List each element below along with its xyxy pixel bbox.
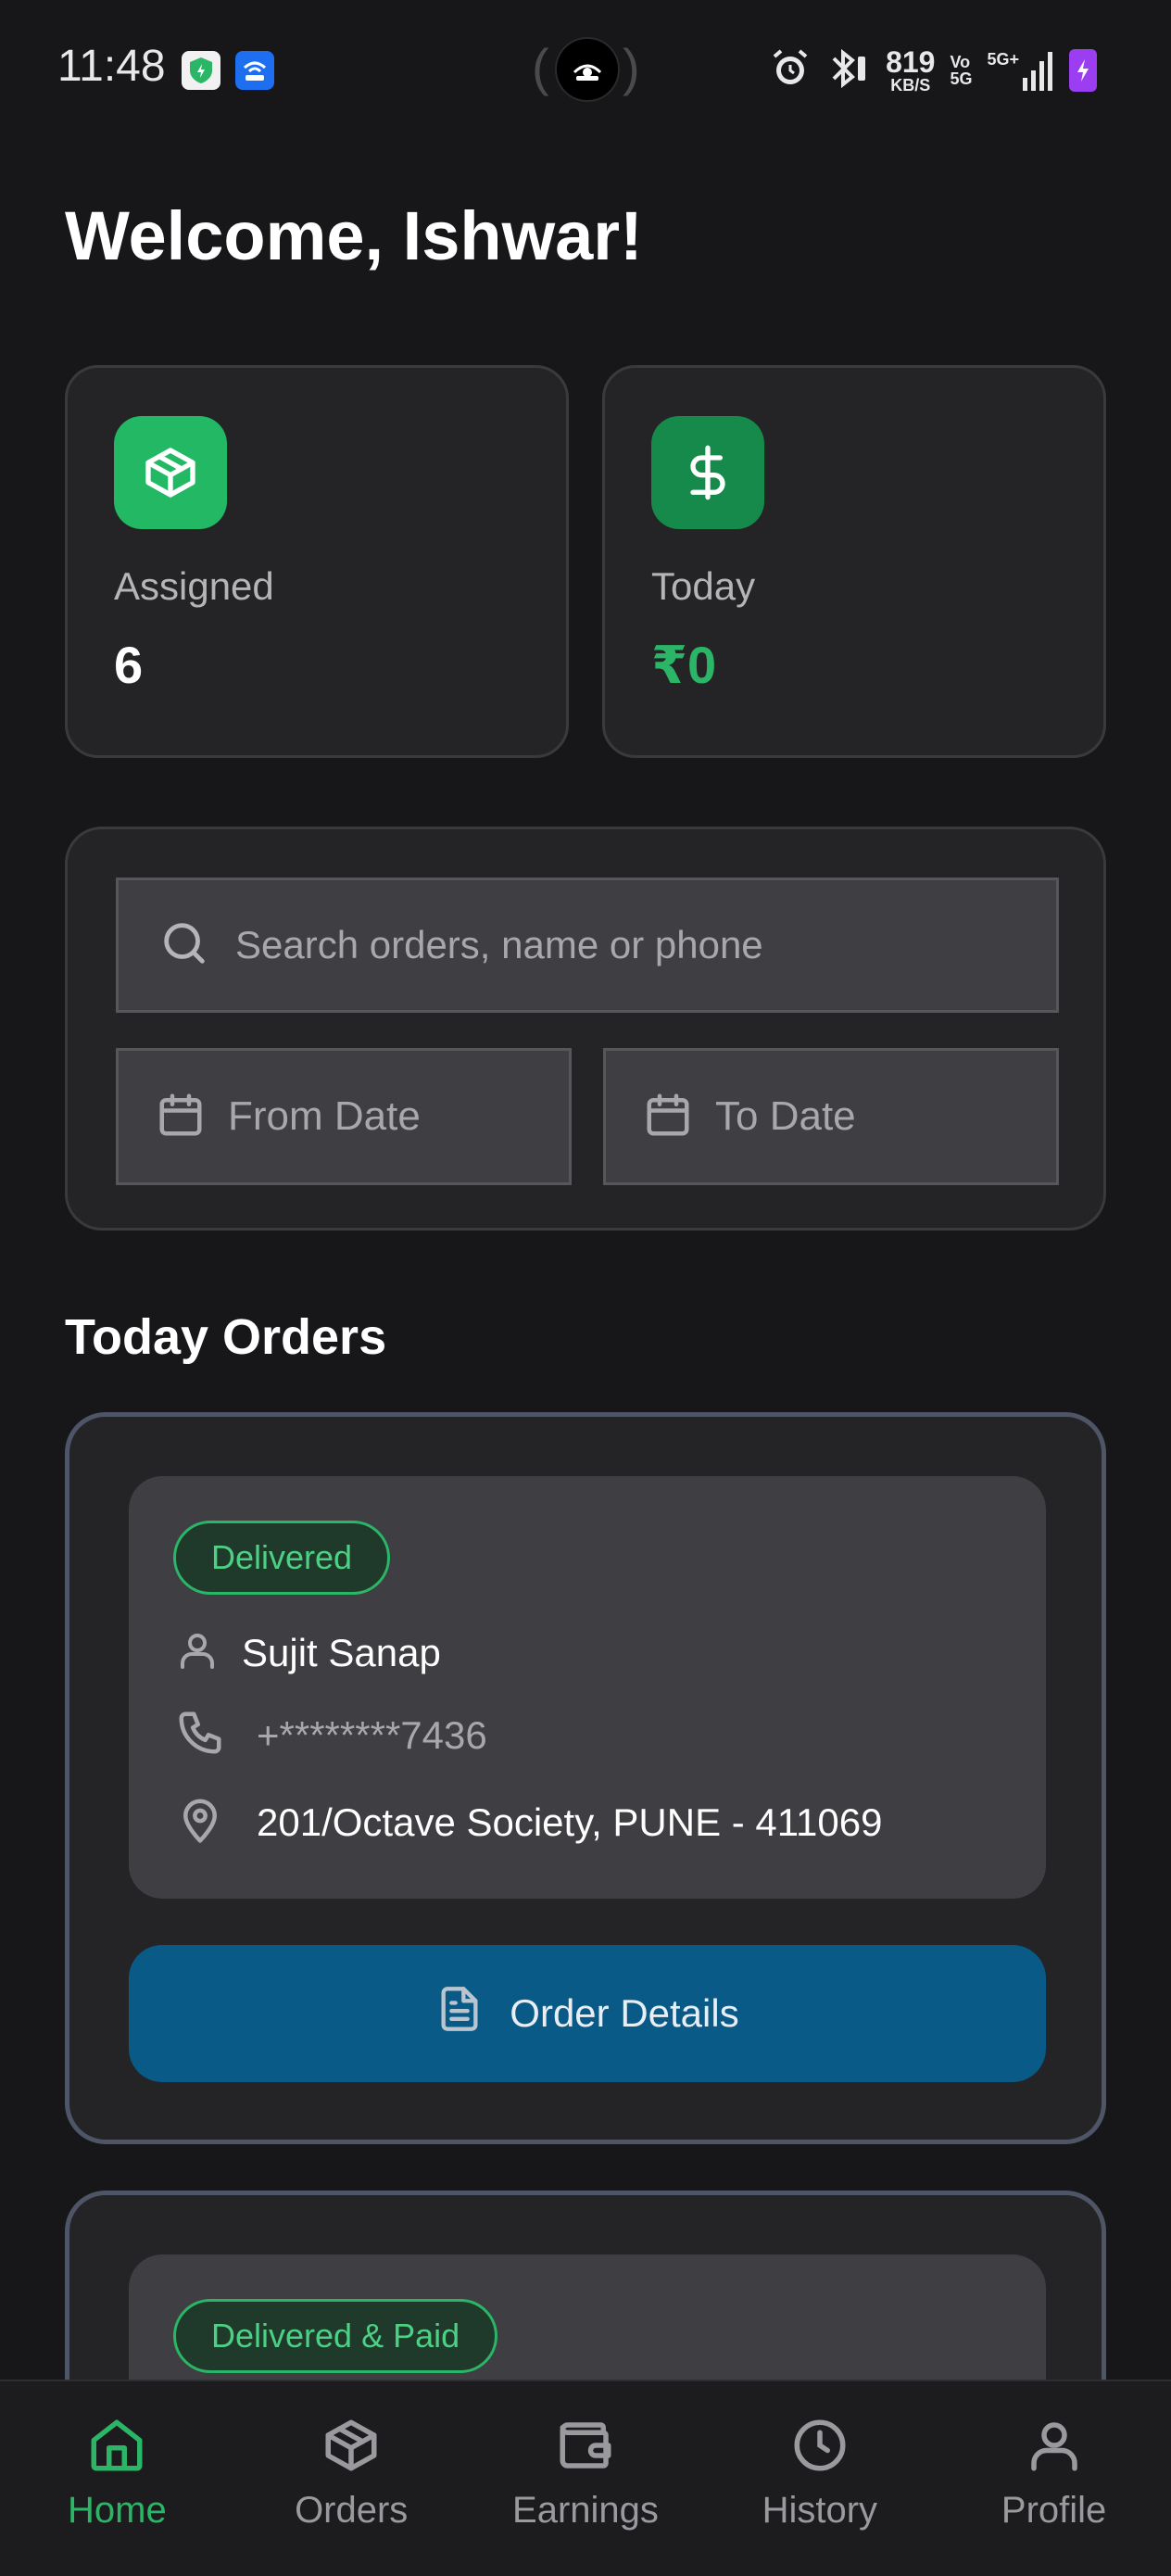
location-pin-icon	[175, 1795, 225, 1850]
search-box[interactable]	[116, 878, 1059, 1013]
nav-earnings[interactable]: Earnings	[469, 2381, 703, 2576]
calendar-icon	[643, 1090, 693, 1144]
customer-name-row: Sujit Sanap	[175, 1624, 441, 1681]
status-icons: 819 KB/S Vo 5G 5G+	[769, 44, 1097, 96]
to-date-placeholder: To Date	[715, 1093, 856, 1139]
order-details-button[interactable]: Order Details	[129, 1945, 1046, 2082]
welcome-heading: Welcome, Ishwar!	[65, 197, 643, 274]
phone-icon	[175, 1708, 225, 1762]
status-bar: 11:48 ( ) 819 KB/S Vo 5G 5G+	[0, 0, 1171, 139]
network-speed-value: 819	[886, 45, 936, 79]
customer-name: Sujit Sanap	[242, 1630, 441, 1674]
alarm-icon	[769, 47, 812, 95]
bluetooth-vibrate-icon	[826, 47, 871, 95]
status-badge: Delivered & Paid	[173, 2299, 498, 2373]
today-earnings-card: Today ₹0	[602, 365, 1106, 758]
from-date-field[interactable]: From Date	[116, 1048, 572, 1185]
battery-charging-icon	[1069, 49, 1097, 92]
wallet-icon	[555, 2415, 616, 2481]
today-label: Today	[651, 564, 756, 608]
nav-history[interactable]: History	[702, 2381, 937, 2576]
search-input[interactable]	[235, 923, 1032, 967]
nav-orders-label: Orders	[295, 2490, 409, 2531]
customer-address-row: 201/Octave Society, PUNE - 411069	[175, 1795, 882, 1850]
router-app-icon	[235, 51, 274, 90]
to-date-field[interactable]: To Date	[603, 1048, 1059, 1185]
nav-home-label: Home	[68, 2490, 167, 2531]
calendar-icon	[156, 1090, 206, 1144]
search-icon	[157, 916, 211, 975]
signal-label: 5G+	[987, 50, 1019, 69]
home-icon	[86, 2415, 147, 2481]
nav-profile[interactable]: Profile	[937, 2381, 1171, 2576]
today-orders-title: Today Orders	[65, 1309, 387, 1365]
nav-profile-label: Profile	[1001, 2490, 1107, 2531]
camera-bracket-right: )	[623, 38, 640, 96]
clock-icon	[789, 2415, 850, 2481]
nav-earnings-label: Earnings	[512, 2490, 659, 2531]
order-details-label: Order Details	[510, 1991, 739, 2035]
user-icon	[175, 1624, 220, 1681]
volte-top: Vo	[950, 53, 971, 71]
network-speed-unit: KB/S	[890, 76, 931, 95]
filter-card: From Date To Date	[65, 827, 1106, 1231]
assigned-value: 6	[114, 636, 144, 694]
assigned-stat-card: Assigned 6	[65, 365, 569, 758]
hotspot-icon	[555, 37, 620, 102]
nav-home[interactable]: Home	[0, 2381, 234, 2576]
package-icon	[321, 2415, 382, 2481]
package-icon	[114, 416, 227, 529]
shield-app-icon	[182, 51, 220, 90]
customer-address: 201/Octave Society, PUNE - 411069	[257, 1799, 883, 1844]
status-badge: Delivered	[173, 1521, 391, 1595]
bottom-navigation: Home Orders Earnings History Profile	[0, 2380, 1171, 2576]
order-info-panel: Delivered Sujit Sanap +********7436 201/…	[129, 1476, 1046, 1899]
dollar-icon	[651, 416, 764, 529]
customer-phone: +********7436	[257, 1712, 487, 1757]
order-card: Delivered Sujit Sanap +********7436 201/…	[65, 1412, 1106, 2144]
signal-icon: 5G+	[987, 50, 1054, 91]
network-speed: 819 KB/S	[886, 47, 935, 94]
customer-phone-row[interactable]: +********7436	[175, 1708, 487, 1762]
nav-history-label: History	[762, 2490, 878, 2531]
user-icon	[1024, 2415, 1085, 2481]
nav-orders[interactable]: Orders	[234, 2381, 469, 2576]
from-date-placeholder: From Date	[228, 1093, 421, 1139]
document-icon	[435, 1983, 484, 2044]
status-time: 11:48	[57, 42, 166, 91]
assigned-label: Assigned	[114, 564, 274, 608]
volte-bottom: 5G	[950, 69, 973, 88]
today-value: ₹0	[651, 636, 717, 694]
volte-indicator: Vo 5G	[950, 54, 972, 87]
